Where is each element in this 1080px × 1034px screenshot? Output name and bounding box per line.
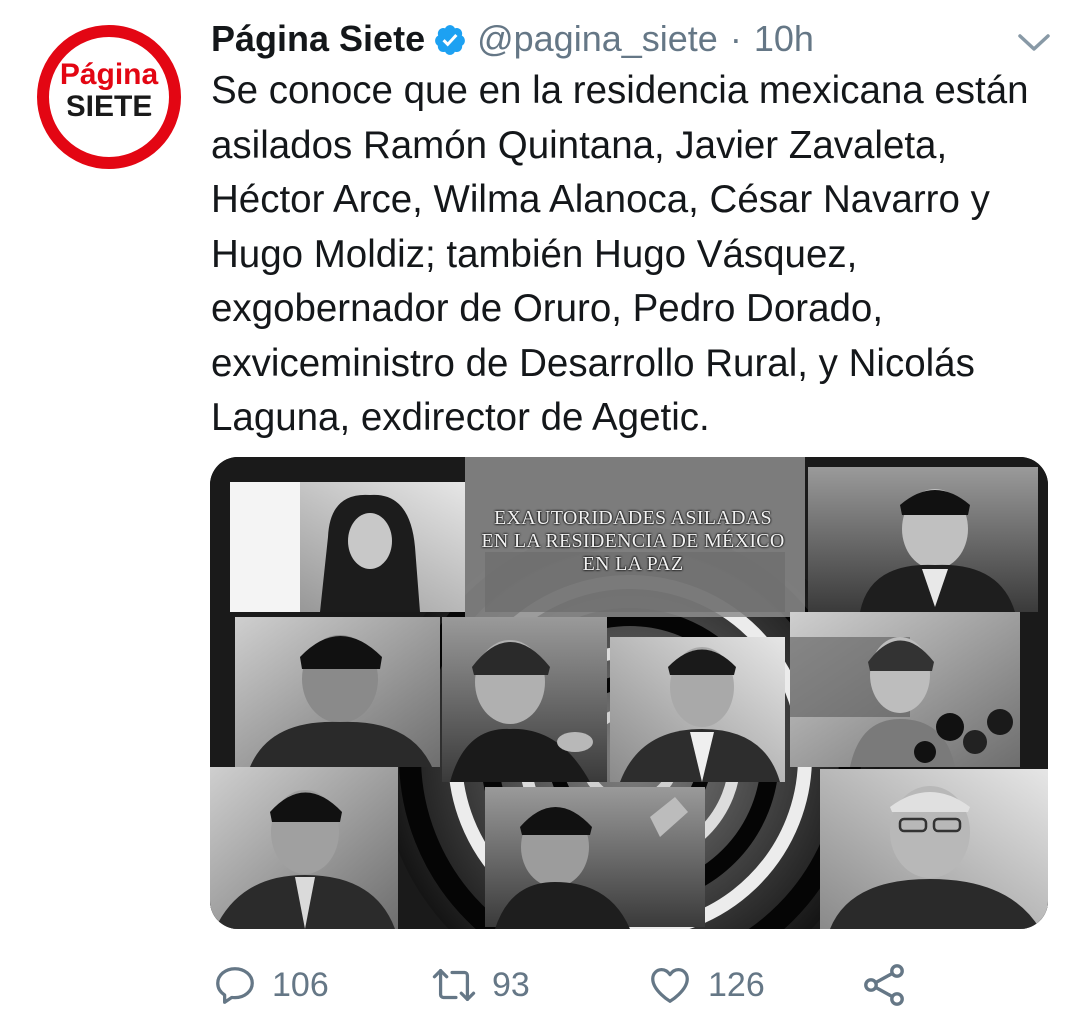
retweet-button[interactable]: 93 (430, 955, 530, 1015)
photo-nicolas-laguna (790, 612, 1020, 767)
reply-count: 106 (272, 966, 329, 1004)
avatar-line2: SIETE (66, 90, 153, 123)
like-button[interactable]: 126 (646, 955, 765, 1015)
photo-hugo-moldiz (442, 617, 607, 782)
tweet-media-image[interactable]: EXAUTORIDADES ASILADAS EN LA RESIDENCIA … (210, 457, 1048, 929)
reply-button[interactable]: 106 (212, 955, 329, 1015)
retweet-icon (430, 962, 478, 1008)
photo-hector-arce (808, 467, 1038, 612)
tweet-actions: 106 93 126 (0, 955, 1080, 1015)
timestamp[interactable]: 10h (754, 16, 814, 62)
handle[interactable]: @pagina_siete (477, 16, 718, 62)
like-count: 126 (708, 966, 765, 1004)
heart-icon (646, 962, 694, 1008)
share-button[interactable] (860, 955, 908, 1015)
retweet-count: 93 (492, 966, 530, 1004)
photo-cesar-navarro (235, 617, 440, 767)
share-icon (860, 961, 908, 1009)
photo-javier-zavaleta (210, 767, 398, 929)
separator-dot: · (729, 18, 742, 59)
verified-badge-icon (433, 22, 467, 56)
tweet-text: Se conoce que en la residencia mexicana … (211, 69, 1029, 439)
reply-icon (212, 962, 258, 1008)
avatar-line1: Página (60, 58, 159, 91)
photo-ramon-quintana (610, 637, 785, 782)
photo-wilma-alanoca (230, 482, 465, 612)
avatar[interactable]: Página SIETE Diario nacional independien… (34, 22, 184, 172)
display-name[interactable]: Página Siete (211, 16, 425, 62)
tweet-header: Página Siete @pagina_siete · 10h (211, 16, 814, 62)
photo-hugo-vasquez (485, 787, 705, 929)
chevron-down-icon[interactable] (1012, 26, 1056, 58)
photo-pedro-dorado (820, 769, 1048, 929)
